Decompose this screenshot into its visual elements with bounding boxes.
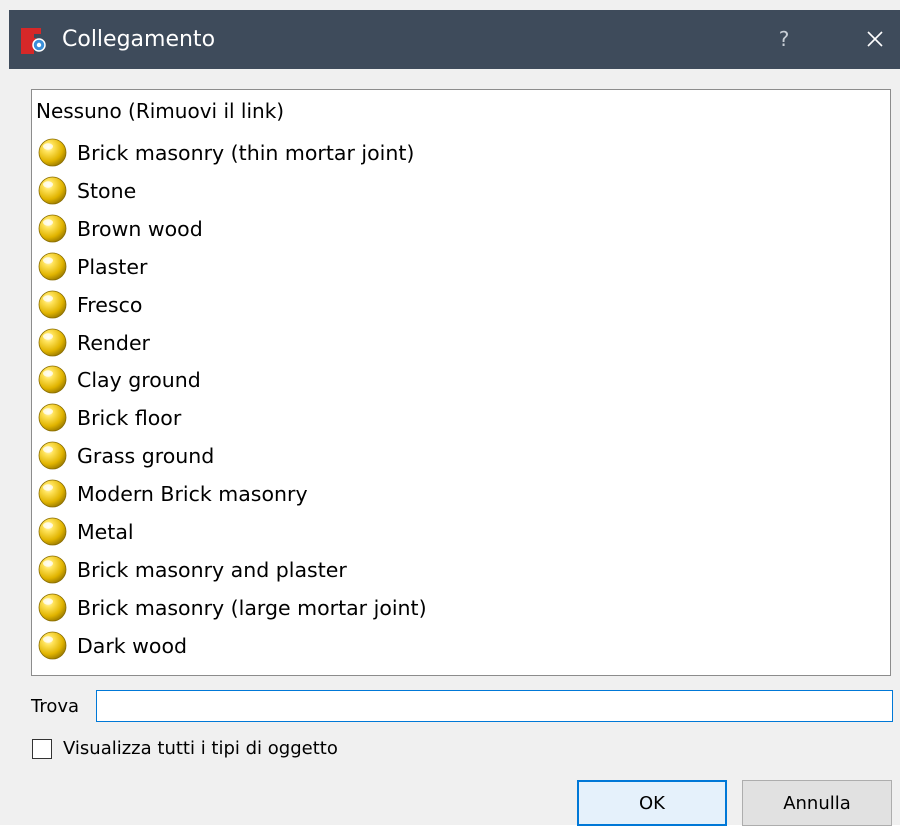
material-ball-icon (38, 365, 67, 394)
list-item-label: Fresco (77, 292, 143, 317)
material-list[interactable]: Nessuno (Rimuovi il link) Brick masonry … (31, 89, 891, 676)
find-label: Trova (31, 696, 80, 717)
list-item[interactable]: Fresco (36, 286, 876, 324)
list-item[interactable]: Brown wood (36, 210, 876, 248)
list-item-label: Brick masonry (thin mortar joint) (77, 141, 415, 165)
list-item-label: Brick masonry (large mortar joint) (77, 595, 427, 620)
material-ball-icon (38, 328, 67, 356)
list-item-label: Brick masonry and plaster (77, 557, 347, 582)
list-item-label: Clay ground (77, 368, 201, 393)
window-title: Collegamento (62, 27, 216, 52)
material-ball-icon (38, 479, 67, 508)
material-ball-icon (38, 517, 67, 546)
cancel-button[interactable]: Annulla (742, 780, 892, 826)
close-icon[interactable] (853, 21, 897, 57)
list-item[interactable]: Stone (36, 172, 876, 210)
list-item[interactable]: Clay ground (36, 361, 876, 399)
list-item-label: Brick floor (77, 406, 182, 431)
list-item[interactable]: Brick floor (36, 399, 876, 437)
ok-button[interactable]: OK (577, 780, 727, 826)
show-all-types-label: Visualizza tutti i tipi di oggetto (63, 738, 338, 759)
list-item-label: Render (77, 330, 150, 355)
list-item[interactable]: Brick masonry (thin mortar joint) (36, 134, 876, 172)
material-ball-icon (38, 403, 67, 432)
list-item-label: Grass ground (77, 444, 215, 469)
title-bar: Collegamento ? (9, 10, 900, 69)
list-item-label: Modern Brick masonry (77, 482, 308, 507)
material-ball-icon (38, 555, 67, 584)
list-item[interactable]: Dark wood (36, 627, 876, 665)
material-ball-icon (38, 593, 67, 622)
list-item[interactable]: Grass ground (36, 437, 876, 475)
material-ball-icon (38, 290, 67, 318)
material-ball-icon (38, 176, 67, 205)
material-ball-icon (38, 441, 67, 470)
list-item-label: Stone (77, 178, 137, 203)
app-logo-icon (21, 28, 46, 54)
list-item-label: Plaster (77, 254, 148, 279)
list-item[interactable]: Brick masonry (large mortar joint) (36, 589, 876, 627)
link-dialog: Collegamento ? Nessuno (Rimuovi il link)… (0, 0, 900, 826)
list-item[interactable]: Modern Brick masonry (36, 475, 876, 513)
material-ball-icon (38, 631, 67, 660)
list-item-label: Dark wood (77, 633, 188, 658)
show-all-types-option[interactable]: Visualizza tutti i tipi di oggetto (31, 738, 451, 764)
find-input[interactable] (96, 690, 893, 722)
show-all-types-checkbox[interactable] (32, 739, 52, 759)
list-item[interactable]: Brick masonry and plaster (36, 551, 876, 589)
list-item-label: Metal (77, 520, 134, 544)
material-ball-icon (38, 214, 67, 243)
list-item[interactable]: Metal (36, 513, 876, 551)
help-button[interactable]: ? (764, 21, 804, 57)
list-item[interactable]: Plaster (36, 248, 876, 286)
list-item-none[interactable]: Nessuno (Rimuovi il link) (36, 96, 284, 126)
list-item[interactable]: Render (36, 324, 876, 362)
material-ball-icon (38, 252, 67, 281)
material-ball-icon (38, 138, 67, 167)
list-item-label: Brown wood (77, 216, 203, 241)
